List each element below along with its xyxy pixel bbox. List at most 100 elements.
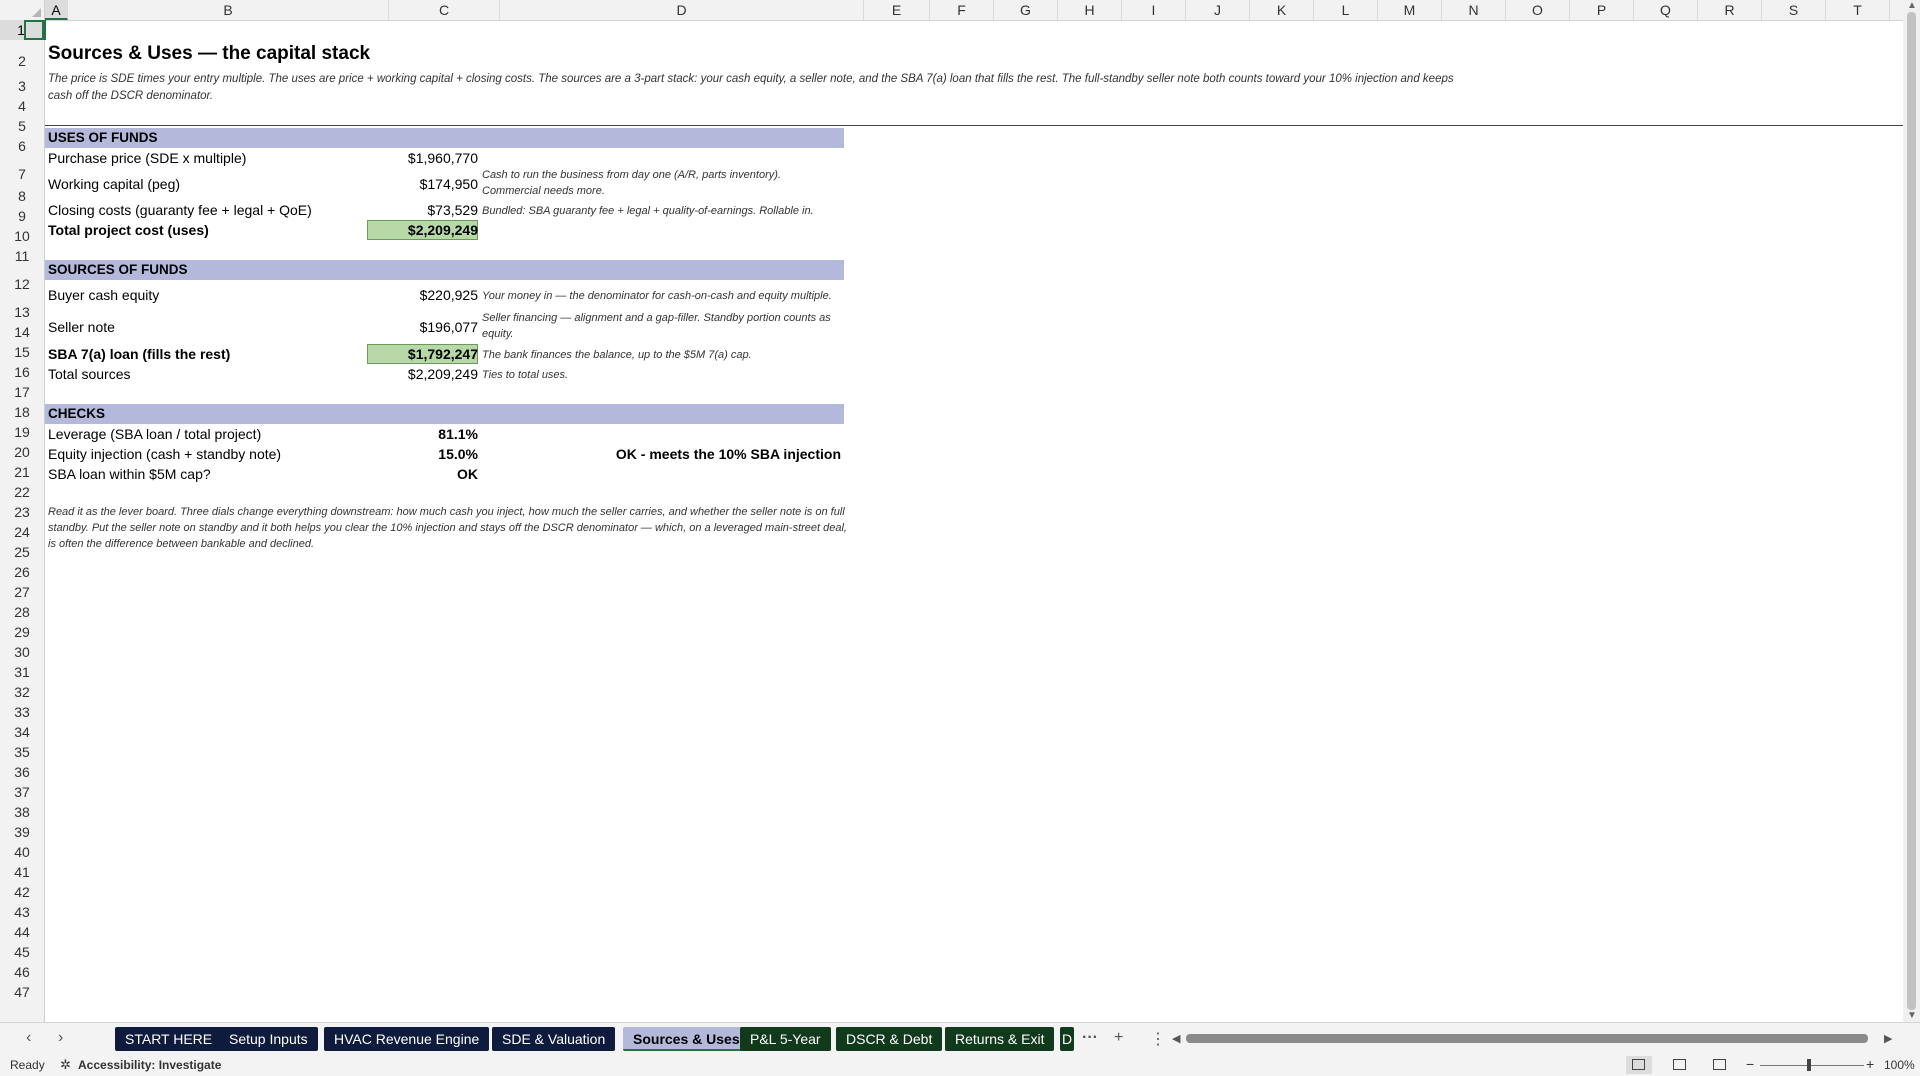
add-sheet-icon[interactable]: + xyxy=(1114,1029,1123,1047)
sheet-tab-start-here[interactable]: START HERE xyxy=(115,1027,223,1051)
row-header-12[interactable]: 12 xyxy=(0,266,44,296)
column-header-e[interactable]: E xyxy=(864,0,930,20)
horizontal-scroll-thumb[interactable] xyxy=(1186,1034,1868,1043)
row-header-22[interactable]: 22 xyxy=(0,482,44,502)
row-header-42[interactable]: 42 xyxy=(0,882,44,902)
row-header-18[interactable]: 18 xyxy=(0,402,44,422)
tab-options-icon[interactable]: ⋮ xyxy=(1150,1029,1166,1049)
column-header-o[interactable]: O xyxy=(1506,0,1570,20)
row-header-37[interactable]: 37 xyxy=(0,782,44,802)
uses-value-purchase[interactable]: $1,960,770 xyxy=(323,150,478,166)
sheet-tab-dscr-debt[interactable]: DSCR & Debt xyxy=(836,1027,943,1051)
worksheet[interactable]: ABCDEFGHIJKLMNOPQRSTU 123456789101112131… xyxy=(0,0,1920,1022)
sheet-tab-returns-exit[interactable]: Returns & Exit xyxy=(945,1027,1055,1051)
row-header-34[interactable]: 34 xyxy=(0,722,44,742)
row-header-10[interactable]: 10 xyxy=(0,226,44,246)
zoom-slider-thumb[interactable] xyxy=(1807,1059,1811,1071)
column-header-f[interactable]: F xyxy=(930,0,994,20)
hscroll-right-icon[interactable]: ▶ xyxy=(1884,1032,1892,1045)
sheet-tab-p-l-5-year[interactable]: P&L 5-Year xyxy=(740,1027,831,1051)
select-all-corner[interactable] xyxy=(0,0,45,20)
row-header-25[interactable]: 25 xyxy=(0,542,44,562)
column-header-q[interactable]: Q xyxy=(1634,0,1698,20)
uses-value-closing[interactable]: $73,529 xyxy=(323,202,478,218)
hscroll-left-icon[interactable]: ◀ xyxy=(1172,1032,1180,1045)
vertical-scrollbar[interactable]: ▲ ▼ xyxy=(1903,0,1920,1022)
row-header-6[interactable]: 6 xyxy=(0,136,44,156)
uses-value-working-capital[interactable]: $174,950 xyxy=(323,176,478,192)
scroll-up-icon[interactable]: ▲ xyxy=(1907,1,1917,11)
zoom-out-icon[interactable]: − xyxy=(1746,1056,1754,1072)
accessibility-status[interactable]: Accessibility: Investigate xyxy=(78,1058,221,1072)
row-header-40[interactable]: 40 xyxy=(0,842,44,862)
column-header-h[interactable]: H xyxy=(1058,0,1122,20)
row-header-20[interactable]: 20 xyxy=(0,442,44,462)
row-header-2[interactable]: 2 xyxy=(0,40,44,76)
column-header-c[interactable]: C xyxy=(389,0,500,20)
row-header-39[interactable]: 39 xyxy=(0,822,44,842)
row-header-19[interactable]: 19 xyxy=(0,422,44,442)
sheet-tab-hvac-revenue-engine[interactable]: HVAC Revenue Engine xyxy=(324,1027,490,1051)
uses-value-total[interactable]: $2,209,249 xyxy=(323,222,478,238)
column-header-b[interactable]: B xyxy=(68,0,389,20)
row-header-8[interactable]: 8 xyxy=(0,186,44,206)
row-header-44[interactable]: 44 xyxy=(0,922,44,942)
tab-prev-icon[interactable]: ‹ xyxy=(26,1029,31,1047)
column-header-t[interactable]: T xyxy=(1826,0,1890,20)
column-header-d[interactable]: D xyxy=(500,0,864,20)
column-header-p[interactable]: P xyxy=(1570,0,1634,20)
tab-next-icon[interactable]: › xyxy=(58,1029,63,1047)
row-header-4[interactable]: 4 xyxy=(0,96,44,116)
row-header-28[interactable]: 28 xyxy=(0,602,44,622)
row-header-11[interactable]: 11 xyxy=(0,246,44,266)
column-header-s[interactable]: S xyxy=(1762,0,1826,20)
sources-value-cash-equity[interactable]: $220,925 xyxy=(323,287,478,303)
row-header-33[interactable]: 33 xyxy=(0,702,44,722)
sources-value-sba-loan[interactable]: $1,792,247 xyxy=(323,346,478,362)
row-header-30[interactable]: 30 xyxy=(0,642,44,662)
zoom-level[interactable]: 100% xyxy=(1884,1058,1915,1072)
row-header-26[interactable]: 26 xyxy=(0,562,44,582)
zoom-in-icon[interactable]: + xyxy=(1866,1056,1874,1072)
more-tabs-icon[interactable]: ··· xyxy=(1082,1029,1098,1047)
column-header-l[interactable]: L xyxy=(1314,0,1378,20)
normal-view-button[interactable] xyxy=(1626,1056,1652,1074)
row-header-29[interactable]: 29 xyxy=(0,622,44,642)
row-header-15[interactable]: 15 xyxy=(0,342,44,362)
row-header-9[interactable]: 9 xyxy=(0,206,44,226)
accessibility-icon[interactable]: ✲ xyxy=(60,1057,71,1073)
row-header-43[interactable]: 43 xyxy=(0,902,44,922)
sheet-tab-sde-valuation[interactable]: SDE & Valuation xyxy=(492,1027,616,1051)
row-header-38[interactable]: 38 xyxy=(0,802,44,822)
row-header-47[interactable]: 47 xyxy=(0,982,44,1002)
row-header-3[interactable]: 3 xyxy=(0,76,44,96)
column-header-j[interactable]: J xyxy=(1186,0,1250,20)
sheet-tab-setup-inputs[interactable]: Setup Inputs xyxy=(219,1027,318,1051)
row-header-45[interactable]: 45 xyxy=(0,942,44,962)
column-header-k[interactable]: K xyxy=(1250,0,1314,20)
checks-value-leverage[interactable]: 81.1% xyxy=(323,426,478,442)
vertical-scroll-thumb[interactable] xyxy=(1907,12,1916,1010)
row-header-36[interactable]: 36 xyxy=(0,762,44,782)
row-header-27[interactable]: 27 xyxy=(0,582,44,602)
checks-value-sba-cap[interactable]: OK xyxy=(323,466,478,482)
column-header-i[interactable]: I xyxy=(1122,0,1186,20)
cell-grid[interactable]: Sources & Uses — the capital stack The p… xyxy=(24,20,1903,1022)
column-header-m[interactable]: M xyxy=(1378,0,1442,20)
row-header-41[interactable]: 41 xyxy=(0,862,44,882)
column-header-a[interactable]: A xyxy=(45,0,68,20)
checks-value-equity-injection[interactable]: 15.0% xyxy=(323,446,478,462)
row-header-35[interactable]: 35 xyxy=(0,742,44,762)
row-header-13[interactable]: 13 xyxy=(0,296,44,322)
row-header-24[interactable]: 24 xyxy=(0,522,44,542)
row-header-32[interactable]: 32 xyxy=(0,682,44,702)
row-header-23[interactable]: 23 xyxy=(0,502,44,522)
row-header-31[interactable]: 31 xyxy=(0,662,44,682)
row-header-17[interactable]: 17 xyxy=(0,382,44,402)
row-header-14[interactable]: 14 xyxy=(0,322,44,342)
row-header-46[interactable]: 46 xyxy=(0,962,44,982)
row-header-7[interactable]: 7 xyxy=(0,156,44,186)
column-header-n[interactable]: N xyxy=(1442,0,1506,20)
sources-value-total[interactable]: $2,209,249 xyxy=(323,366,478,382)
page-layout-button[interactable] xyxy=(1667,1056,1693,1074)
